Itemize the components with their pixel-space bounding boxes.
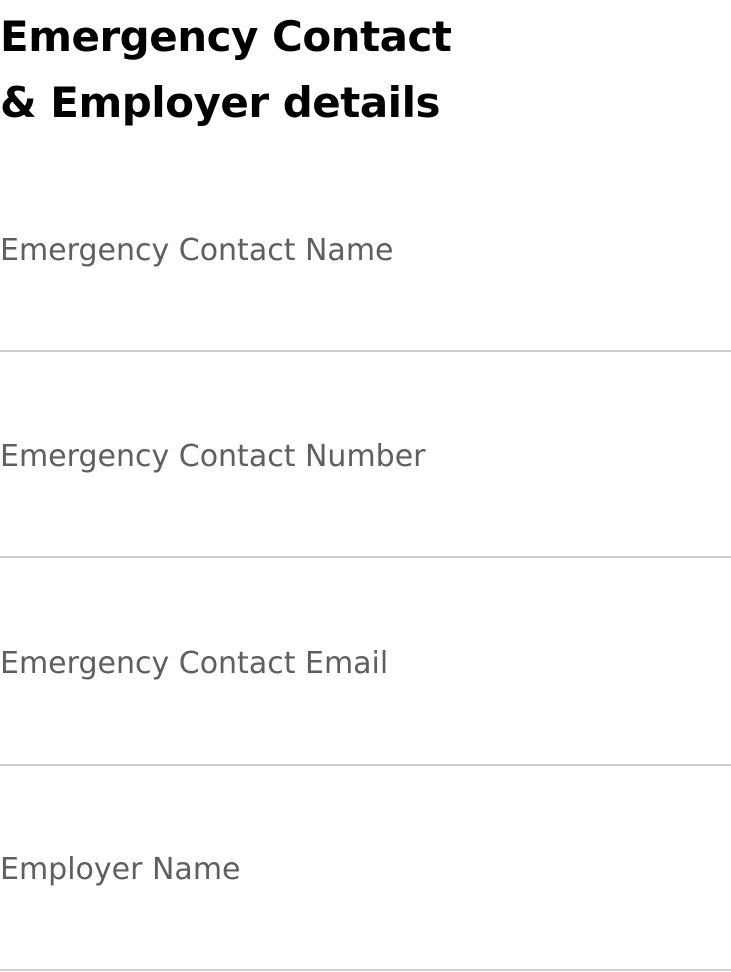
form-page: Emergency Contact & Employer details — [0, 0, 731, 972]
employer-name-field — [0, 849, 731, 909]
emergency-contact-number-field — [0, 436, 731, 496]
page-title: Emergency Contact & Employer details — [0, 4, 452, 136]
emergency-contact-email-input[interactable] — [0, 643, 731, 683]
emergency-contact-email-underline — [0, 764, 731, 766]
emergency-contact-name-underline — [0, 350, 731, 352]
emergency-contact-name-field — [0, 230, 731, 290]
page-title-line2: & Employer details — [0, 78, 440, 127]
emergency-contact-email-field — [0, 643, 731, 703]
employer-name-underline — [0, 969, 731, 971]
emergency-contact-number-underline — [0, 556, 731, 558]
emergency-contact-name-input[interactable] — [0, 230, 731, 270]
employer-name-input[interactable] — [0, 849, 731, 889]
page-title-line1: Emergency Contact — [0, 12, 452, 61]
emergency-contact-number-input[interactable] — [0, 436, 731, 476]
